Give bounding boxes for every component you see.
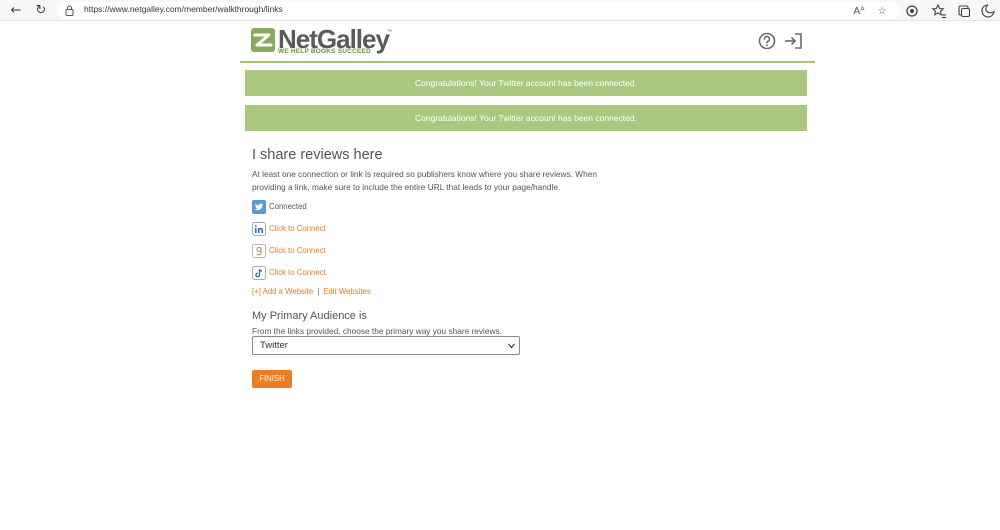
browser-essentials-icon[interactable] <box>980 3 996 19</box>
section-description: At least one connection or link is requi… <box>252 169 597 192</box>
twitter-status: Connected <box>269 202 307 211</box>
netgalley-logo-mark <box>251 28 275 52</box>
selected-audience[interactable]: Twitter <box>260 340 288 351</box>
header-divider <box>240 61 815 63</box>
netgalley-logo[interactable]: NetGalley ™ WE HELP BOOKS SUCCEED <box>251 24 401 58</box>
help-icon[interactable] <box>758 32 776 50</box>
favorites-list-icon[interactable] <box>931 3 947 19</box>
browser-toolbar: ← ↻ https://www.netgalley.com/member/wal… <box>0 0 1000 21</box>
extension-icon[interactable] <box>904 3 920 19</box>
tiktok-icon[interactable] <box>252 266 266 280</box>
tiktok-connect-link[interactable]: Click to Connect <box>269 268 326 277</box>
section-title: I share reviews here <box>252 147 383 163</box>
twitter-icon <box>252 200 266 214</box>
website-links: [+] Add a Website | Edit Websites <box>252 287 371 296</box>
success-alert: Congratulations! Your Twitter account ha… <box>245 70 807 96</box>
lock-icon <box>65 5 74 16</box>
success-alert: Congratulations! Your Twitter account ha… <box>245 105 807 131</box>
goodreads-icon[interactable] <box>252 244 266 258</box>
refresh-button[interactable]: ↻ <box>33 3 49 19</box>
audience-description: From the links provided, choose the prim… <box>252 326 502 336</box>
back-button[interactable]: ← <box>8 3 24 19</box>
url-text[interactable]: https://www.netgalley.com/member/walkthr… <box>84 4 283 14</box>
linkedin-connect-link[interactable]: Click to Connect <box>269 224 326 233</box>
finish-button[interactable]: FINISH <box>252 370 292 388</box>
address-bar[interactable]: https://www.netgalley.com/member/walkthr… <box>57 2 900 19</box>
linkedin-icon[interactable] <box>252 222 266 236</box>
logo-tagline: WE HELP BOOKS SUCCEED <box>278 48 371 55</box>
chevron-down-icon[interactable] <box>508 343 515 349</box>
add-website-link[interactable]: [+] Add a Website <box>252 287 313 296</box>
audience-title: My Primary Audience is <box>252 310 367 322</box>
goodreads-connect-link[interactable]: Click to Connect <box>269 246 326 255</box>
favorite-star-icon[interactable]: ☆ <box>875 5 889 19</box>
collections-icon[interactable] <box>956 3 972 19</box>
read-aloud-icon[interactable]: Aᴬ <box>852 5 866 19</box>
logo-trademark: ™ <box>387 29 392 35</box>
link-separator: | <box>317 287 320 296</box>
edit-websites-link[interactable]: Edit Websites <box>323 287 371 296</box>
login-icon[interactable] <box>783 32 803 50</box>
primary-audience-select[interactable]: Twitter <box>252 336 520 355</box>
